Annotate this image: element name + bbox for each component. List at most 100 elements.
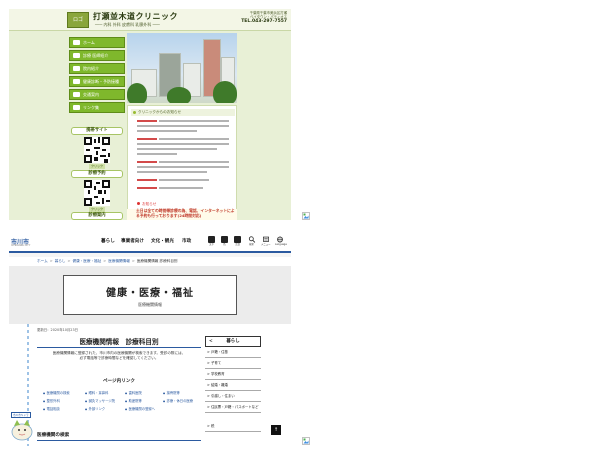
breadcrumb: ホーム > 暮らし > 健康・医療・福祉 > 医療機関情報 > 医療機関情報 診療科目別 <box>37 259 178 264</box>
news-date <box>137 179 157 181</box>
breadcrumb-separator: > <box>103 259 107 263</box>
page-description: 医療機関情報に登録された、市川市内の医療機関が検索できます。受診の際には、必ず電… <box>52 351 186 360</box>
side-nav-links[interactable]: リンク集 <box>69 102 125 113</box>
side-nav-label: 院内紹介 <box>83 66 99 71</box>
language-tool[interactable]: 言語 <box>233 236 242 246</box>
page-link[interactable]: 整形外科 <box>43 398 60 403</box>
page-title: 医療機関情報 診療科目別 <box>79 338 159 346</box>
news-text <box>137 166 229 168</box>
home-icon <box>73 40 80 45</box>
sidebar-heading[interactable]: < 暮らし <box>205 336 261 347</box>
news-date <box>137 138 157 140</box>
page-link[interactable]: 歯科医院 <box>125 390 142 395</box>
breadcrumb-separator: > <box>67 259 71 263</box>
mobile-qr-code <box>84 137 110 163</box>
tool-caption: メニュー <box>261 243 271 246</box>
updated-date: 更新日：2020年10月23日 <box>37 328 78 332</box>
mascot-icon[interactable] <box>9 416 35 442</box>
photo-tree <box>127 83 147 103</box>
category-sidebar: < 暮らし 戸籍・住基 子育て 学校教育 結婚・離婚 引越し・住まい 住民票・戸籍… <box>205 336 261 446</box>
clinic-header: ロゴ 打瀬並木道クリニック ─── 内科 外科 皮膚科 乳腺外科 ─── 千葉県… <box>9 9 291 31</box>
scroll-to-top-button[interactable]: ↑ <box>271 425 281 435</box>
map-icon <box>73 92 80 97</box>
facility-icon <box>73 66 80 71</box>
link-icon <box>73 105 80 110</box>
page-link[interactable]: 接骨院等 <box>163 390 180 395</box>
guide-label: 診療案内 <box>71 212 123 220</box>
category-hero-box: 健康・医療・福祉 医療機関情報 <box>63 275 237 315</box>
sidebar-item-childcare[interactable]: 子育て <box>205 360 261 369</box>
page-link[interactable]: 鍼灸マッサージ院 <box>85 398 115 403</box>
breadcrumb-health[interactable]: 健康・医療・福祉 <box>73 259 102 263</box>
side-nav-home[interactable]: ホーム <box>69 37 125 48</box>
language-icon <box>234 236 241 243</box>
font-size-tool[interactable]: 文字 <box>207 236 216 246</box>
clinic-phone[interactable]: TEL.043-297-7557 <box>235 19 287 24</box>
news-text <box>137 130 197 132</box>
clinic-right-margin <box>239 33 291 220</box>
side-nav-doctor[interactable]: 診療 医師紹介 <box>69 50 125 61</box>
mobile-click-label[interactable]: クリック <box>89 164 105 169</box>
side-nav-facility[interactable]: 院内紹介 <box>69 63 125 74</box>
side-nav-checkup[interactable]: 健康診断・予防接種 <box>69 76 125 87</box>
header-spacer <box>9 253 291 257</box>
page-link[interactable]: 助産院等 <box>125 398 142 403</box>
menu-tool[interactable]: メニュー <box>261 236 271 246</box>
tool-caption: 言語 <box>235 243 240 246</box>
breadcrumb-home[interactable]: ホーム <box>37 259 48 263</box>
page-link[interactable]: 診療・休日の医療 <box>163 398 193 403</box>
news-text <box>137 125 229 127</box>
news-text <box>137 148 217 150</box>
search-heading-underline <box>37 440 201 441</box>
page-link[interactable]: 医療機関の検索 <box>43 390 70 395</box>
nav-cityhall[interactable]: 市政 <box>182 238 191 244</box>
color-icon <box>221 236 228 243</box>
tool-caption: 文字 <box>209 243 214 246</box>
title-underline <box>37 347 201 348</box>
page-link[interactable]: 外部リンク <box>85 406 105 411</box>
globe-icon <box>276 236 283 243</box>
reservation-qr-code <box>84 180 110 206</box>
sidebar-item-certificates[interactable]: 住民票・戸籍・パスポートなど <box>205 404 261 413</box>
news-heading-text: クリニックからのお知らせ <box>138 110 182 114</box>
clinic-news-panel: クリニックからのお知らせ お知らせ <box>127 105 237 220</box>
nav-business[interactable]: 事業者向け <box>121 238 144 244</box>
color-tool[interactable]: 色 <box>220 236 229 246</box>
clinic-notice: 土日は全ての時間帯診療の為、電話、インターネットによる予約も行っております(24… <box>127 208 237 220</box>
chevron-left-icon: < <box>209 339 213 344</box>
breadcrumb-current: 医療機関情報 診療科目別 <box>136 259 178 263</box>
clinic-subtitle: ─── 内科 外科 皮膚科 乳腺外科 ─── <box>95 22 160 27</box>
news-date <box>137 161 157 163</box>
clinic-title: 打瀬並木道クリニック <box>93 11 178 21</box>
category-title: 健康・医療・福祉 <box>106 288 194 299</box>
sidebar-item-moving[interactable]: 引越し・住まい <box>205 393 261 402</box>
breadcrumb-living[interactable]: 暮らし <box>55 259 66 263</box>
sidebar-item-marriage[interactable]: 結婚・離婚 <box>205 382 261 391</box>
clinic-logo[interactable]: ロゴ <box>67 12 89 28</box>
sidebar-item-school[interactable]: 学校教育 <box>205 371 261 380</box>
side-nav-label: ホーム <box>83 40 95 45</box>
side-nav-access[interactable]: 交通案内 <box>69 89 125 100</box>
search-tool[interactable]: 検索 <box>247 236 256 246</box>
news-text <box>137 153 177 155</box>
breadcrumb-medical-info[interactable]: 医療機関情報 <box>108 259 130 263</box>
page-link[interactable]: 電話相談 <box>43 406 60 411</box>
photo-tree <box>213 81 237 103</box>
reservation-label: 診療予約 <box>71 170 123 178</box>
global-language-tool[interactable]: Language <box>275 236 287 246</box>
nav-culture[interactable]: 文化・観光 <box>151 238 174 244</box>
news-heading: クリニックからのお知らせ <box>131 109 235 116</box>
page-link[interactable]: 眼科・耳鼻科 <box>85 390 109 395</box>
sidebar-item-tax[interactable]: 税 <box>205 423 261 432</box>
search-icon <box>248 236 255 243</box>
tool-caption: Language <box>275 243 287 246</box>
clinic-website-screenshot: ロゴ 打瀬並木道クリニック ─── 内科 外科 皮膚科 乳腺外科 ─── 千葉県… <box>9 9 291 220</box>
nav-living[interactable]: 暮らし <box>101 238 115 244</box>
news-footer-title: お知らせ <box>137 202 156 207</box>
city-logo-subtext: ICHIKAWA CITY <box>11 244 31 247</box>
page-links-heading: ページ内リンク <box>102 379 136 384</box>
sidebar-item-family-register[interactable]: 戸籍・住基 <box>205 349 261 358</box>
category-subtitle: 医療機関情報 <box>138 302 162 307</box>
page-link[interactable]: 医療機関の登録へ <box>125 406 155 411</box>
broken-image-icon <box>302 212 310 220</box>
